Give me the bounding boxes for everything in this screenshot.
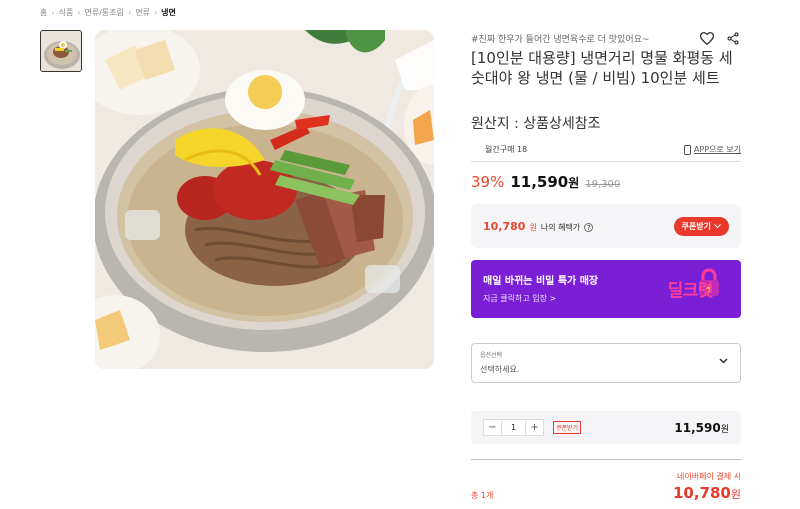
increment-button[interactable]: +: [526, 420, 543, 435]
app-view-link[interactable]: APP으로 보기: [683, 144, 741, 155]
sale-price-value: 11,590: [510, 173, 569, 191]
heart-icon[interactable]: [699, 30, 715, 46]
quantity-stepper: − 1 +: [483, 419, 544, 436]
product-thumbnail[interactable]: [40, 30, 82, 72]
breadcrumb-separator-icon: ›: [153, 8, 158, 17]
breadcrumb-separator-icon: ›: [128, 8, 132, 17]
total-quantity-label: 총 1개: [471, 491, 494, 500]
promo-brand: 딜크럿: [667, 281, 714, 301]
price-row: 39% 11,590원 19,300: [471, 173, 620, 191]
benefit-price-group: 10,780 원 나의 혜택가 ?: [483, 219, 594, 233]
deal-promo-banner[interactable]: 매일 바뀌는 비밀 특가 매장 지금 클릭하고 입장 > 딜크럿: [471, 260, 741, 318]
share-icon[interactable]: [725, 30, 741, 46]
breadcrumb-separator-icon: ›: [77, 8, 81, 17]
product-origin: 원산지 : 상품상세참조: [471, 116, 601, 132]
product-main-image: [95, 30, 434, 369]
product-title: [10인분 대용량] 냉면거리 명물 화평동 세숫대야 왕 냉면 (물 / 비빔…: [471, 49, 733, 87]
breadcrumb: 홈 › 식품 › 면류/통조림 › 면류 › 냉면: [40, 7, 176, 18]
benefit-price-unit: 원: [529, 222, 537, 232]
quantity-row: − 1 + 쿠폰받기 11,590원: [471, 411, 741, 444]
coupon-download-label: 쿠폰받기: [681, 221, 711, 231]
sale-price-unit: 원: [568, 176, 580, 190]
item-price-value: 11,590: [674, 420, 721, 435]
item-price: 11,590원: [674, 421, 729, 435]
breadcrumb-separator-icon: ›: [51, 8, 55, 17]
total-divider: [471, 459, 741, 460]
product-actions: [699, 30, 741, 46]
breadcrumb-item-naengmyeon[interactable]: 냉면: [161, 7, 176, 18]
benefit-label: 나의 혜택가: [540, 222, 581, 232]
option-select-value: 선택하세요.: [480, 365, 520, 374]
purchase-info-row: 월간구매 18 APP으로 보기: [471, 138, 741, 162]
breadcrumb-item-home[interactable]: 홈: [40, 7, 47, 18]
phone-icon: [683, 144, 691, 155]
coupon-download-button[interactable]: 쿠폰받기: [673, 216, 729, 236]
total-price-value: 10,780: [672, 484, 731, 502]
discount-rate: 39%: [471, 173, 505, 191]
option-select[interactable]: 옵션선택 선택하세요.: [471, 343, 741, 383]
total-price-unit: 원: [730, 488, 741, 501]
quantity-controls: − 1 + 쿠폰받기: [483, 419, 582, 436]
breadcrumb-item-noodles[interactable]: 면류: [135, 7, 150, 18]
sale-price: 11,590원: [510, 173, 579, 191]
breadcrumb-item-noodles-canned[interactable]: 면류/통조림: [85, 7, 125, 18]
quantity-input[interactable]: 1: [501, 420, 526, 435]
help-icon[interactable]: ?: [584, 223, 594, 232]
option-select-label: 옵션선택: [480, 352, 503, 359]
item-price-unit: 원: [720, 424, 729, 435]
naverpay-label: 네이버페이 결제 시: [677, 472, 741, 481]
app-view-label: APP으로 보기: [693, 145, 741, 154]
decrement-button[interactable]: −: [484, 420, 501, 435]
chevron-down-icon: [714, 223, 721, 228]
breadcrumb-item-food[interactable]: 식품: [59, 7, 74, 18]
product-tagline: #진짜 한우가 들어간 냉면육수로 더 맛있어요~: [471, 35, 650, 45]
original-price: 19,300: [585, 179, 621, 190]
chevron-down-icon: [719, 358, 728, 364]
benefit-price-value: 10,780: [483, 219, 526, 233]
total-price: 10,780원: [673, 484, 741, 502]
benefit-price-box: 10,780 원 나의 혜택가 ? 쿠폰받기: [471, 204, 741, 248]
monthly-purchases: 월간구매 18: [485, 145, 528, 154]
item-coupon-button[interactable]: 쿠폰받기: [553, 421, 582, 434]
